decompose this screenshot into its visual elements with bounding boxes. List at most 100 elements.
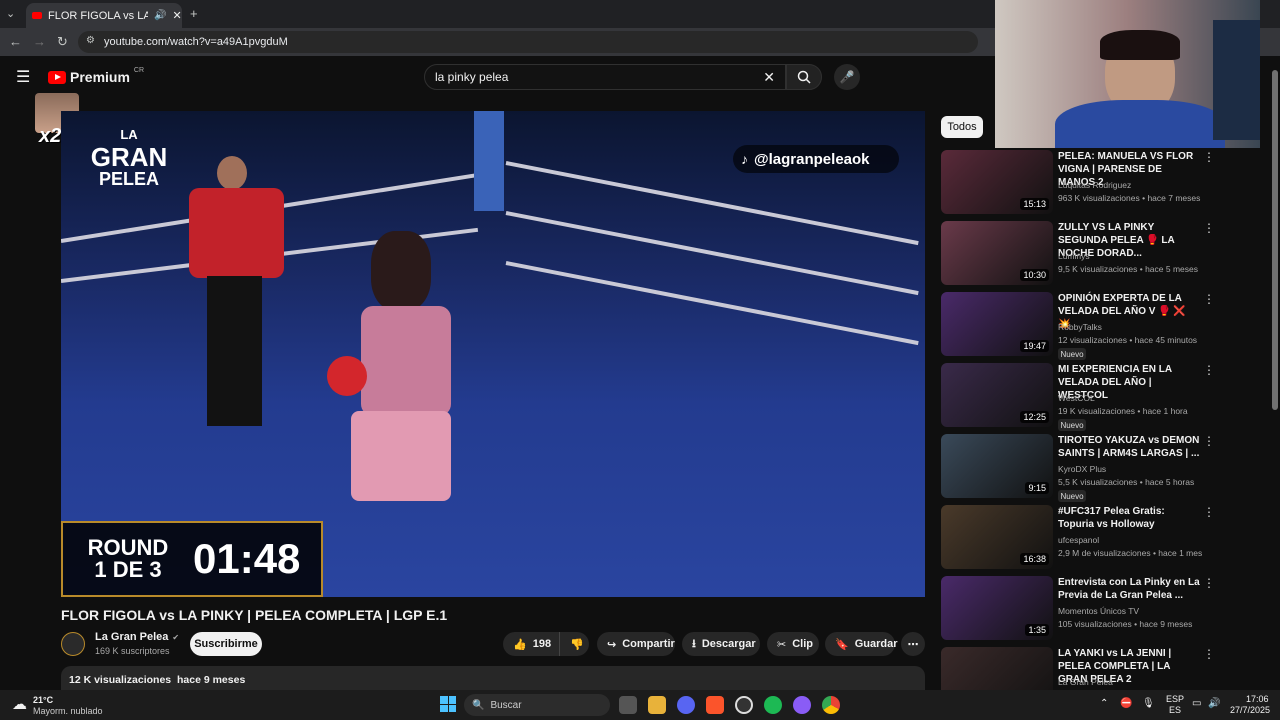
volume-icon[interactable]: 🔊 <box>1208 698 1220 709</box>
recommended-video[interactable]: 19:47 OPINIÓN EXPERTA DE LA VELADA DEL AÑ… <box>941 292 1221 360</box>
video-thumbnail[interactable]: 12:25 <box>941 363 1053 427</box>
save-button[interactable]: 🔖 Guardar <box>825 632 898 656</box>
recommended-channel[interactable]: WestCOL <box>1058 393 1208 403</box>
more-options-icon[interactable]: ⋮ <box>1203 292 1215 306</box>
site-info-icon[interactable]: ⚙ <box>86 35 95 46</box>
more-options-icon[interactable]: ⋮ <box>1203 363 1215 377</box>
video-duration: 19:47 <box>1020 340 1049 352</box>
start-button[interactable] <box>440 696 456 712</box>
more-options-icon[interactable]: ⋮ <box>1203 647 1215 661</box>
recommended-title[interactable]: #UFC317 Pelea Gratis: Topuria vs Hollowa… <box>1058 505 1200 531</box>
new-tab-icon[interactable]: + <box>190 6 198 21</box>
file-explorer-icon[interactable] <box>648 696 666 714</box>
tray-chevron-icon[interactable]: ⌃ <box>1100 698 1108 709</box>
filter-chip-all[interactable]: Todos <box>941 116 983 138</box>
video-thumbnail[interactable]: 16:38 <box>941 505 1053 569</box>
video-thumbnail[interactable]: 9:15 <box>941 434 1053 498</box>
ring-rope <box>505 261 919 346</box>
search-button[interactable] <box>786 64 822 90</box>
voice-search-button[interactable]: 🎤 <box>834 64 860 90</box>
address-bar[interactable]: ⚙ youtube.com/watch?v=a49A1pvgduM <box>78 31 978 53</box>
recommended-channel[interactable]: RobbyTalks <box>1058 322 1208 332</box>
clip-button[interactable]: ✂ Clip <box>767 632 819 656</box>
like-count: 198 <box>532 638 552 650</box>
share-button[interactable]: ↪ Compartir <box>597 632 675 656</box>
browser-tab[interactable]: FLOR FIGOLA vs LA PINKY | 🔊 ✕ <box>26 3 182 28</box>
scissors-icon: ✂ <box>777 638 787 651</box>
recommended-video[interactable]: 16:38 #UFC317 Pelea Gratis: Topuria vs Ho… <box>941 505 1221 569</box>
display-icon[interactable]: ▭ <box>1192 698 1201 709</box>
more-options-icon[interactable]: ⋮ <box>1203 221 1215 235</box>
network-off-icon[interactable]: ⛔ <box>1120 698 1132 709</box>
more-options-icon[interactable]: ⋮ <box>1203 505 1215 519</box>
weather-icon[interactable]: ☁ <box>12 695 27 713</box>
recommended-channel[interactable]: ufcespanol <box>1058 535 1208 545</box>
clock-date[interactable]: 27/7/2025 <box>1230 705 1270 715</box>
back-icon[interactable]: ← <box>9 34 22 49</box>
channel-name[interactable]: La Gran Pelea <box>95 631 168 643</box>
recommended-video[interactable]: 1:35 Entrevista con La Pinky en La Previa… <box>941 576 1221 640</box>
discord-icon[interactable] <box>677 696 695 714</box>
more-options-icon[interactable]: ⋮ <box>1203 150 1215 164</box>
audio-icon[interactable]: 🔊 <box>154 10 166 21</box>
dislike-button[interactable]: 👎 <box>559 632 589 656</box>
bookmark-icon: 🔖 <box>835 638 849 651</box>
channel-name-row[interactable]: La Gran Pelea ✔ <box>95 631 179 643</box>
clock-time[interactable]: 17:06 <box>1246 694 1269 704</box>
tiktok-handle: @lagranpeleaok <box>754 150 870 168</box>
obs-icon[interactable] <box>735 696 753 714</box>
taskbar-search[interactable]: 🔍 Buscar <box>464 694 610 716</box>
recommended-channel[interactable]: Luquitas Rodriguez <box>1058 180 1208 190</box>
forward-icon[interactable]: → <box>33 34 46 49</box>
search-box[interactable]: la pinky pelea ✕ <box>424 64 786 90</box>
more-actions-button[interactable]: ⋯ <box>901 632 925 656</box>
mic-icon[interactable]: 🎙 <box>1142 698 1155 709</box>
recommended-video[interactable]: 10:30 ZULLY VS LA PINKY SEGUNDA PELEA 🥊 L… <box>941 221 1221 285</box>
video-thumbnail[interactable]: 15:13 <box>941 150 1053 214</box>
round-timer-overlay: ROUND 1 DE 3 01:48 <box>61 521 323 597</box>
recommended-title[interactable]: TIROTEO YAKUZA vs DEMON SAINTS | ARM4S L… <box>1058 434 1200 460</box>
download-button[interactable]: ⭳ Descargar <box>682 632 760 656</box>
save-label: Guardar <box>854 638 898 650</box>
recommended-channel[interactable]: Luminys <box>1058 251 1208 261</box>
recommended-meta: 12 visualizaciones • hace 45 minutos <box>1058 335 1198 345</box>
channel-avatar[interactable] <box>61 632 85 656</box>
windows-taskbar: ☁ 21°C Mayorm. nublado 🔍 Buscar ⌃ ⛔ 🎙 ES… <box>0 690 1280 720</box>
recommended-channel[interactable]: La Gran Pelea <box>1058 677 1208 687</box>
brave-icon[interactable] <box>706 696 724 714</box>
page-scrollbar[interactable] <box>1270 56 1280 690</box>
overlay-logo-line: PELEA <box>98 169 159 189</box>
video-thumbnail[interactable]: 10:30 <box>941 221 1053 285</box>
video-thumbnail[interactable]: 1:35 <box>941 576 1053 640</box>
recommended-video[interactable]: 15:13 PELEA: MANUELA VS FLOR VIGNA | PARE… <box>941 150 1221 214</box>
recommended-video[interactable]: 12:25 MI EXPERIENCIA EN LA VELADA DEL AÑO… <box>941 363 1221 431</box>
spotify-icon[interactable] <box>764 696 782 714</box>
video-thumbnail[interactable]: 19:47 <box>941 292 1053 356</box>
tab-title: FLOR FIGOLA vs LA PINKY | <box>48 9 148 22</box>
tab-list-icon[interactable]: ⌄ <box>6 7 15 20</box>
lang-layout[interactable]: ES <box>1169 705 1181 715</box>
video-player[interactable]: LA GRAN PELEA ♪ @lagranpeleaok ROUND 1 D… <box>61 111 925 597</box>
search-input[interactable]: la pinky pelea <box>435 70 508 84</box>
close-tab-icon[interactable]: ✕ <box>172 9 181 22</box>
youtube-logo[interactable]: Premium CR <box>48 67 144 85</box>
video-duration: 15:13 <box>1020 198 1049 210</box>
recommended-title[interactable]: Entrevista con La Pinky en La Previa de … <box>1058 576 1200 602</box>
reload-icon[interactable]: ↻ <box>57 34 68 50</box>
task-view-icon[interactable] <box>619 696 637 714</box>
weather-temp: 21°C <box>33 695 54 705</box>
more-options-icon[interactable]: ⋮ <box>1203 434 1215 448</box>
chrome-icon[interactable] <box>822 696 840 714</box>
clear-search-icon[interactable]: ✕ <box>763 69 775 86</box>
like-button[interactable]: 👍 198 <box>503 632 559 656</box>
description-box[interactable]: 12 K visualizaciones hace 9 meses <box>61 666 925 690</box>
lang-code[interactable]: ESP <box>1166 694 1184 704</box>
menu-icon[interactable]: ☰ <box>16 67 30 87</box>
more-options-icon[interactable]: ⋮ <box>1203 576 1215 590</box>
recommended-channel[interactable]: Momentos Únicos TV <box>1058 606 1208 616</box>
scrollbar-thumb[interactable] <box>1272 70 1278 410</box>
recommended-video[interactable]: 9:15 TIROTEO YAKUZA vs DEMON SAINTS | ARM… <box>941 434 1221 502</box>
recommended-channel[interactable]: KyroDX Plus <box>1058 464 1208 474</box>
subscribe-button[interactable]: Suscribirme <box>190 632 262 656</box>
app-icon[interactable] <box>793 696 811 714</box>
